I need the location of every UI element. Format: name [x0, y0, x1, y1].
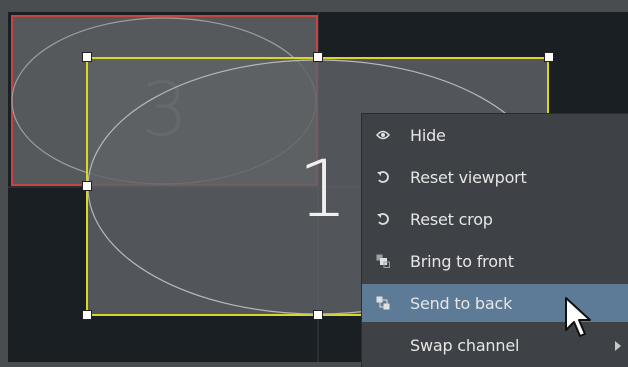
menu-item-label: Send to back	[410, 293, 513, 313]
resize-handle-bottom[interactable]	[313, 310, 323, 320]
reset-icon	[375, 169, 391, 185]
resize-handle-left[interactable]	[82, 181, 92, 191]
viewport-1-number: 1	[298, 145, 348, 235]
resize-handle-top-left[interactable]	[82, 52, 92, 62]
eye-icon	[375, 127, 391, 143]
bring-to-front-icon	[375, 253, 391, 269]
resize-handle-bottom-left[interactable]	[82, 310, 92, 320]
menu-item-label: Reset crop	[410, 209, 493, 229]
menu-item-label: Reset viewport	[410, 167, 527, 187]
menu-item-reset-crop[interactable]: Reset crop	[362, 200, 628, 238]
menu-item-label: Swap channel	[410, 335, 520, 355]
menu-item-label: Bring to front	[410, 251, 514, 271]
send-to-back-icon	[375, 295, 391, 311]
submenu-arrow-icon	[615, 341, 621, 351]
reset-icon	[375, 211, 391, 227]
resize-handle-top-right[interactable]	[544, 52, 554, 62]
menu-item-reset-viewport[interactable]: Reset viewport	[362, 158, 628, 196]
menu-item-hide[interactable]: Hide	[362, 116, 628, 154]
menu-item-label: Hide	[410, 125, 446, 145]
resize-handle-top[interactable]	[313, 52, 323, 62]
blank-icon	[375, 337, 391, 353]
menu-item-bring-to-front[interactable]: Bring to front	[362, 242, 628, 280]
mouse-cursor-icon	[565, 297, 591, 337]
